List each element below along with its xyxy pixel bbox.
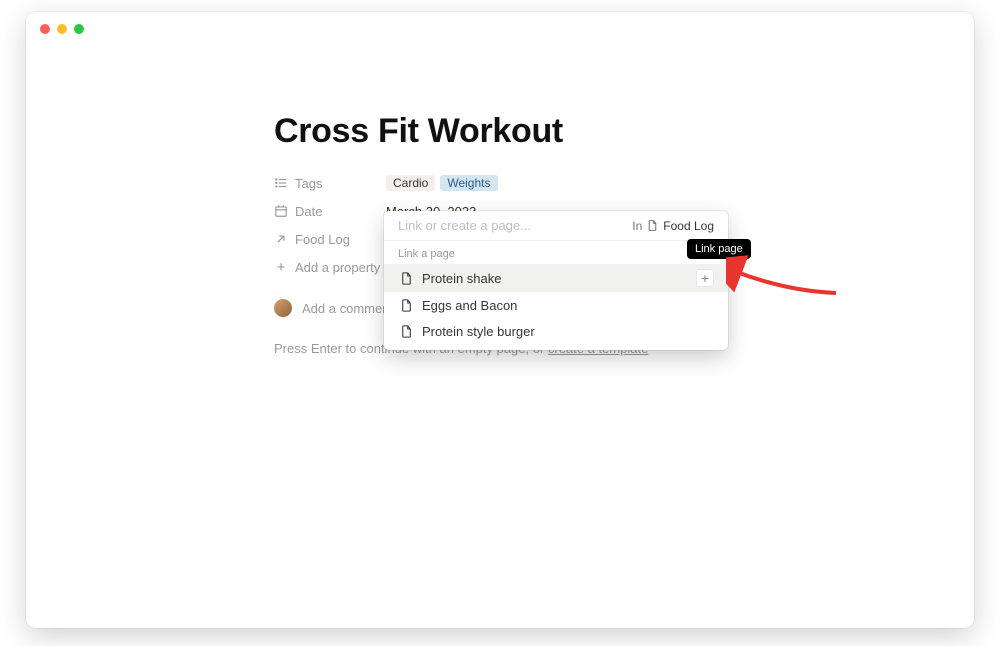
tag-chip[interactable]: Cardio [386,175,435,191]
calendar-icon [274,204,288,218]
property-label-date: Date [274,204,386,219]
window-controls [40,24,84,34]
property-label-foodlog: Food Log [274,232,386,247]
popup-context: In Food Log [632,219,714,233]
window-maximize-button[interactable] [74,24,84,34]
popup-section-label: Link a page [384,241,728,264]
property-name: Date [295,204,322,219]
app-window: Cross Fit Workout Tags Cardio Weights [26,12,974,628]
popup-option[interactable]: Protein shake + [384,264,728,292]
relation-icon [274,232,288,246]
window-close-button[interactable] [40,24,50,34]
user-avatar [274,299,292,317]
link-page-tooltip: Link page [687,239,751,259]
page-icon [646,219,659,232]
popup-items: Protein shake + Eggs and Bacon Protein s… [384,264,728,350]
window-minimize-button[interactable] [57,24,67,34]
page-title[interactable]: Cross Fit Workout [274,112,814,151]
page-icon [398,270,414,286]
link-page-popup: In Food Log Link a page Protein shake + [384,211,728,350]
plus-icon: + [274,260,288,274]
property-value-tags[interactable]: Cardio Weights [386,175,814,191]
link-page-plus-button[interactable]: + [696,269,714,287]
property-name: Food Log [295,232,350,247]
property-name: Tags [295,176,322,191]
link-search-input[interactable] [398,218,632,233]
list-icon [274,176,288,190]
popup-option[interactable]: Eggs and Bacon [384,292,728,318]
page-icon [398,323,414,339]
popup-option[interactable]: Protein style burger [384,318,728,344]
property-row-tags[interactable]: Tags Cardio Weights [274,169,814,197]
page-icon [398,297,414,313]
tag-chip[interactable]: Weights [440,175,497,191]
property-label-tags: Tags [274,176,386,191]
popup-search-row: In Food Log [384,211,728,241]
